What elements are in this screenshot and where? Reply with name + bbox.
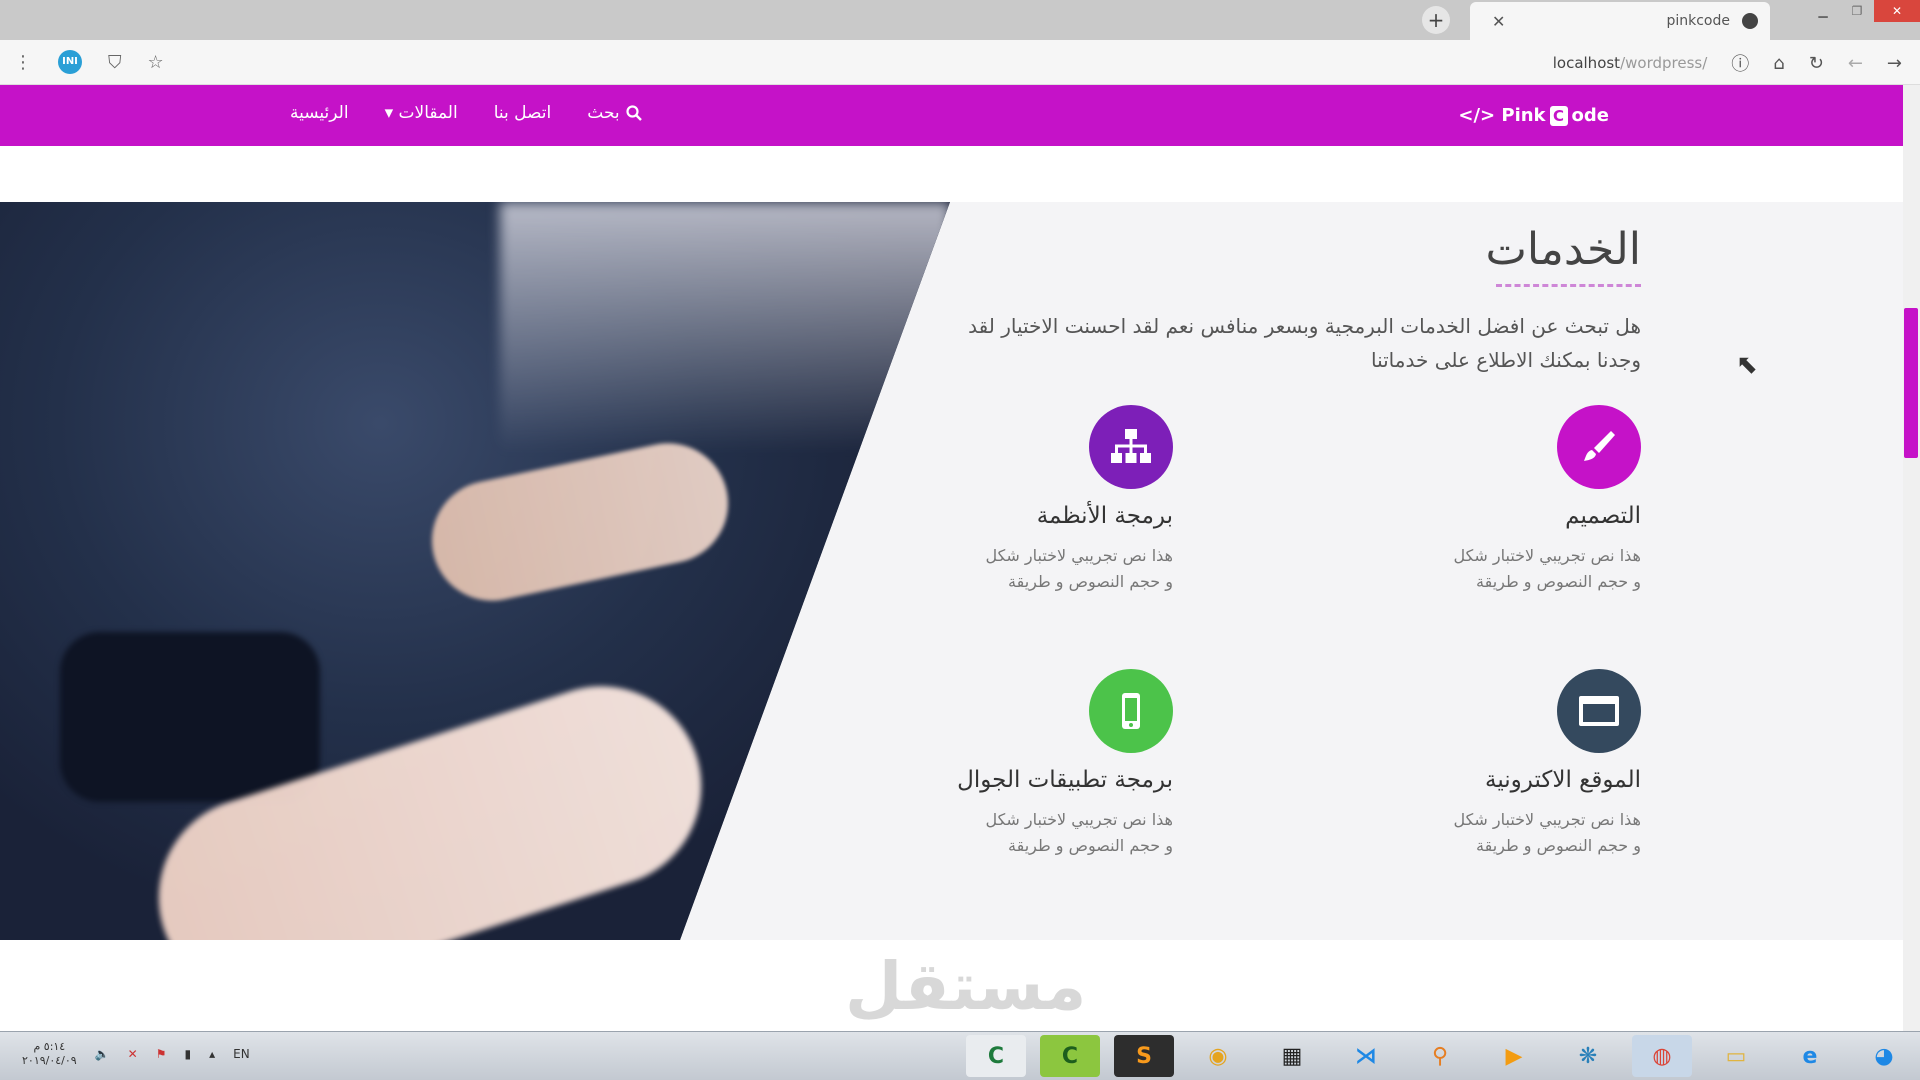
start-button-icon[interactable]: ◕: [1854, 1035, 1914, 1077]
chrome-icon[interactable]: ◍: [1632, 1035, 1692, 1077]
film-editor-icon[interactable]: ▦: [1262, 1035, 1322, 1077]
vscode-icon[interactable]: ⋊: [1336, 1035, 1396, 1077]
tray-expand-icon[interactable]: ▴: [209, 1047, 215, 1061]
services-content: الخدمات هل تبحث عن افضل الخدمات البرمجية…: [921, 202, 1641, 940]
service-title: برمجة تطبيقات الجوال: [957, 767, 1173, 793]
flag-icon[interactable]: ⚑: [156, 1047, 167, 1061]
logo-suffix: ode: [1571, 105, 1609, 126]
services-section: الخدمات هل تبحث عن افضل الخدمات البرمجية…: [0, 202, 1903, 940]
nav-search[interactable]: بحث: [587, 103, 642, 123]
usb-icon[interactable]: ▮: [184, 1047, 191, 1061]
browser-tab-bar: + pinkcode ✕ ▁ ❐ ✕: [0, 0, 1920, 40]
paintbrush-icon: [1557, 405, 1641, 489]
volume-icon[interactable]: 🔈: [95, 1047, 110, 1061]
service-title: التصميم: [1565, 503, 1641, 529]
language-indicator[interactable]: EN: [233, 1047, 250, 1061]
minimize-icon[interactable]: ▁: [1806, 0, 1840, 22]
tab-close-icon[interactable]: ✕: [1492, 12, 1505, 31]
tab-favicon-icon: [1742, 13, 1758, 29]
site-navbar: </> Pink C ode الرئيسية المقالات ▾ اتصل …: [0, 85, 1903, 146]
page-scrollbar[interactable]: [1903, 85, 1920, 1031]
nav-articles[interactable]: المقالات ▾: [385, 103, 458, 123]
shield-icon[interactable]: ⛉: [108, 52, 122, 73]
service-card-systems[interactable]: برمجة الأنظمة هذا نص تجريبي لاختبار شكل …: [933, 405, 1173, 595]
forward-icon[interactable]: →: [1887, 53, 1902, 74]
window-close-icon[interactable]: ✕: [1874, 0, 1920, 22]
extension-icon[interactable]: INI: [58, 50, 82, 74]
video-player-icon[interactable]: ▶: [1484, 1035, 1544, 1077]
nav-home[interactable]: الرئيسية: [290, 103, 349, 123]
nav-menu: الرئيسية المقالات ▾ اتصل بنا بحث: [290, 103, 642, 123]
site-logo[interactable]: </> Pink C ode: [1458, 105, 1609, 126]
taskbar-apps: C C S ◉ ▦ ⋊ ⚲ ▶ ❋ ◍ ▭ e ◕: [966, 1035, 1914, 1077]
back-icon[interactable]: ←: [1848, 53, 1863, 74]
service-title: برمجة الأنظمة: [1036, 503, 1173, 529]
service-text: هذا نص تجريبي لاختبار شكل و حجم النصوص و…: [1453, 546, 1641, 591]
file-explorer-icon[interactable]: ▭: [1706, 1035, 1766, 1077]
search-tool-icon[interactable]: ⚲: [1410, 1035, 1470, 1077]
sitemap-icon: [1089, 405, 1173, 489]
service-card-mobile[interactable]: برمجة تطبيقات الجوال هذا نص تجريبي لاختب…: [933, 669, 1173, 859]
camtasia-recorder-icon[interactable]: C: [1040, 1035, 1100, 1077]
section-title: الخدمات: [1485, 224, 1641, 275]
new-tab-button[interactable]: +: [1422, 6, 1450, 34]
address-bar: ⋮ INI ⛉ ☆ localhost/wordpress/ ⓘ ⌂ ↻ ← →: [0, 40, 1920, 85]
media-player-icon[interactable]: ◉: [1188, 1035, 1248, 1077]
title-divider: [1496, 279, 1641, 287]
hero-photo: [0, 202, 950, 940]
clock[interactable]: ٥:١٤ م ٢٠١٩/٠٤/٠٩: [22, 1040, 77, 1068]
url-field[interactable]: localhost/wordpress/: [1553, 54, 1708, 72]
system-tray: ٥:١٤ م ٢٠١٩/٠٤/٠٩ 🔈 ✕ ⚑ ▮ ▴ EN: [22, 1040, 250, 1068]
service-card-design[interactable]: التصميم هذا نص تجريبي لاختبار شكل و حجم …: [1401, 405, 1641, 595]
menu-kebab-icon[interactable]: ⋮: [14, 52, 32, 73]
clock-time: ٥:١٤ م: [33, 1040, 66, 1053]
maximize-icon[interactable]: ❐: [1840, 0, 1874, 22]
sublime-text-icon[interactable]: S: [1114, 1035, 1174, 1077]
internet-explorer-icon[interactable]: e: [1780, 1035, 1840, 1077]
info-icon[interactable]: ⓘ: [1731, 50, 1749, 76]
reload-icon[interactable]: ↻: [1809, 53, 1824, 74]
nav-search-label: بحث: [587, 103, 620, 123]
tab-title: pinkcode: [1666, 13, 1730, 29]
nav-contact[interactable]: اتصل بنا: [494, 103, 552, 123]
watermark-logo: مستقل: [845, 948, 1087, 1025]
home-icon[interactable]: ⌂: [1773, 53, 1784, 74]
browser-tab[interactable]: pinkcode ✕: [1470, 2, 1770, 40]
service-text: هذا نص تجريبي لاختبار شكل و حجم النصوص و…: [985, 810, 1173, 855]
bookmark-star-icon[interactable]: ☆: [148, 52, 164, 73]
mobile-phone-icon: [1089, 669, 1173, 753]
search-icon: [626, 105, 642, 121]
url-path: /wordpress/: [1620, 54, 1708, 72]
paint-app-icon[interactable]: ❋: [1558, 1035, 1618, 1077]
url-host: localhost: [1552, 54, 1621, 72]
logo-c: C: [1549, 105, 1568, 126]
os-taskbar: ٥:١٤ م ٢٠١٩/٠٤/٠٩ 🔈 ✕ ⚑ ▮ ▴ EN C C S ◉ ▦…: [0, 1031, 1920, 1080]
service-card-websites[interactable]: الموقع الاكترونية هذا نص تجريبي لاختبار …: [1401, 669, 1641, 859]
browser-window-icon: [1557, 669, 1641, 753]
mouse-cursor-icon: ⬉: [1736, 350, 1758, 380]
section-description: هل تبحث عن افضل الخدمات البرمجية وبسعر م…: [968, 314, 1641, 372]
clock-date: ٢٠١٩/٠٤/٠٩: [22, 1054, 77, 1067]
service-title: الموقع الاكترونية: [1485, 767, 1641, 793]
scrollbar-thumb[interactable]: [1904, 308, 1918, 458]
window-controls: ▁ ❐ ✕: [1806, 0, 1920, 22]
camtasia-icon[interactable]: C: [966, 1035, 1026, 1077]
services-grid: التصميم هذا نص تجريبي لاختبار شكل و حجم …: [921, 405, 1641, 940]
network-icon[interactable]: ✕: [128, 1047, 138, 1061]
service-text: هذا نص تجريبي لاختبار شكل و حجم النصوص و…: [1453, 810, 1641, 855]
logo-prefix: </> Pink: [1458, 105, 1546, 126]
service-text: هذا نص تجريبي لاختبار شكل و حجم النصوص و…: [985, 546, 1173, 591]
